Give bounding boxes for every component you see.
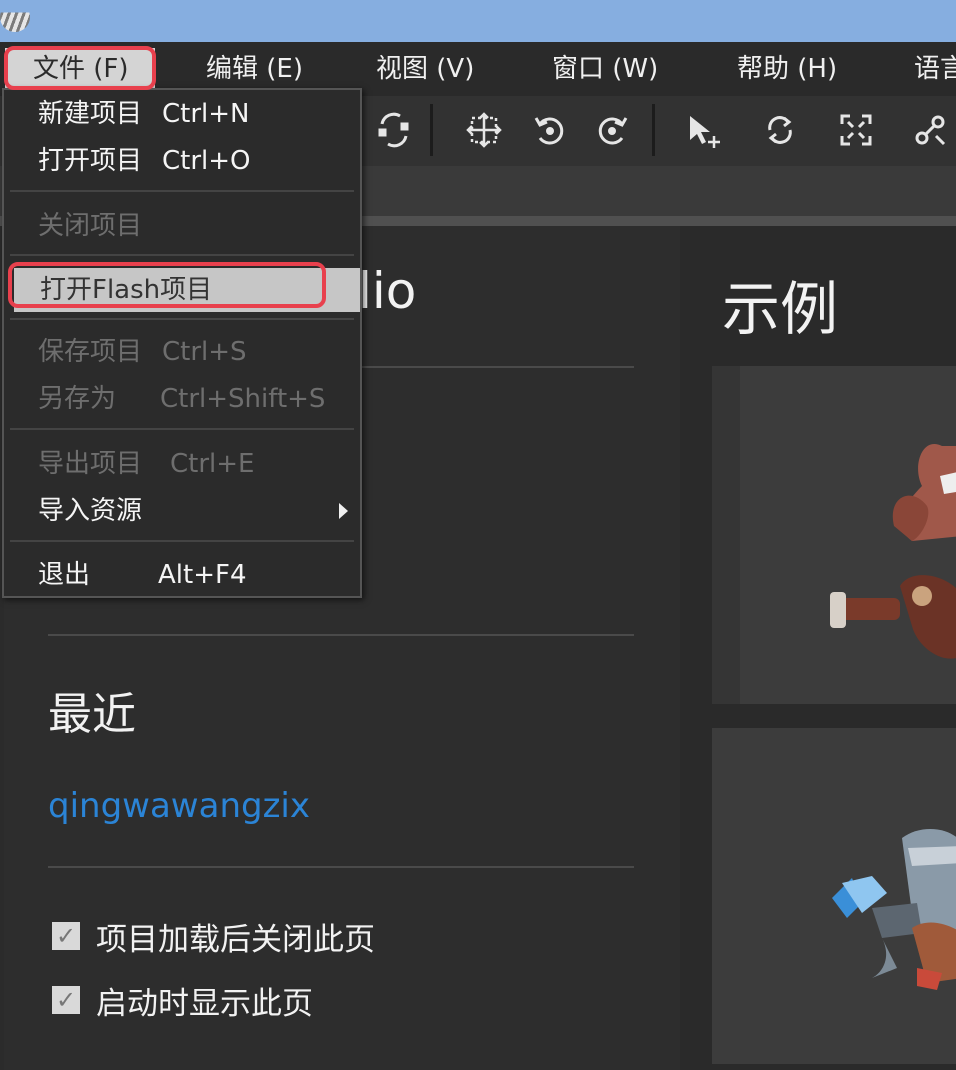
menu-window[interactable]: 窗口 (W): [552, 49, 658, 89]
card-edge: [712, 366, 740, 704]
app-window: 文件 (F) 编辑 (E) 视图 (V) 窗口 (W) 帮助 (H) 语言 li…: [0, 0, 956, 1070]
menu-item-exit[interactable]: 退出 Alt+F4: [4, 553, 360, 597]
example-card[interactable]: [712, 366, 956, 704]
menu-item-save-project[interactable]: 保存项目 Ctrl+S: [4, 330, 360, 374]
app-logo-icon: [0, 12, 30, 32]
menu-separator: [10, 318, 354, 320]
menu-edit[interactable]: 编辑 (E): [206, 49, 303, 89]
bone-icon[interactable]: [908, 108, 952, 152]
menu-separator: [10, 190, 354, 192]
option-label: 项目加载后关闭此页: [96, 921, 375, 958]
toolbar-separator: [430, 104, 433, 156]
option-close-after-load[interactable]: ✓ 项目加载后关闭此页: [52, 916, 375, 958]
example-character-image: [830, 444, 956, 659]
menu-help[interactable]: 帮助 (H): [737, 49, 837, 89]
option-label: 启动时显示此页: [96, 985, 313, 1022]
example-character-image: [832, 828, 956, 990]
checkbox-close-after-load[interactable]: ✓: [52, 922, 80, 950]
rotate-cw-icon[interactable]: [590, 108, 634, 152]
submenu-arrow-icon: [339, 503, 348, 519]
divider: [48, 634, 634, 636]
menu-separator: [10, 428, 354, 430]
menu-item-export-project[interactable]: 导出项目 Ctrl+E: [4, 442, 360, 486]
divider: [48, 866, 634, 868]
menu-view[interactable]: 视图 (V): [376, 49, 474, 89]
menu-file[interactable]: 文件 (F): [5, 48, 155, 90]
menu-item-open-flash-project[interactable]: 打开Flash项目: [14, 268, 360, 312]
recent-title: 最近: [48, 689, 136, 740]
menu-item-save-as[interactable]: 另存为 Ctrl+Shift+S: [4, 377, 360, 421]
start-page-title: lio: [358, 262, 417, 320]
menu-item-open-project[interactable]: 打开项目 Ctrl+O: [4, 139, 360, 183]
toolbar-separator: [652, 104, 655, 156]
checkbox-show-on-startup[interactable]: ✓: [52, 986, 80, 1014]
scale-icon[interactable]: [834, 108, 878, 152]
file-menu-dropdown: 新建项目 Ctrl+N 打开项目 Ctrl+O 关闭项目 打开Flash项目 保…: [2, 88, 362, 598]
move-icon[interactable]: [682, 108, 726, 152]
option-show-on-startup[interactable]: ✓ 启动时显示此页: [52, 980, 313, 1022]
menu-language[interactable]: 语言: [914, 49, 956, 89]
menu-separator: [10, 540, 354, 542]
menu-item-import-assets[interactable]: 导入资源: [4, 489, 360, 533]
title-bar: [0, 0, 956, 42]
rotate-ccw-icon[interactable]: [528, 108, 572, 152]
menu-item-close-project[interactable]: 关闭项目: [4, 204, 360, 248]
example-card[interactable]: [712, 728, 956, 1064]
menu-separator: [10, 254, 354, 256]
rotate-icon[interactable]: [758, 108, 802, 152]
examples-title: 示例: [722, 275, 839, 343]
transform-icon[interactable]: [372, 108, 416, 152]
center-icon[interactable]: [462, 108, 506, 152]
recent-project-link[interactable]: qingwawangzix: [48, 786, 310, 826]
menu-item-new-project[interactable]: 新建项目 Ctrl+N: [4, 92, 360, 136]
